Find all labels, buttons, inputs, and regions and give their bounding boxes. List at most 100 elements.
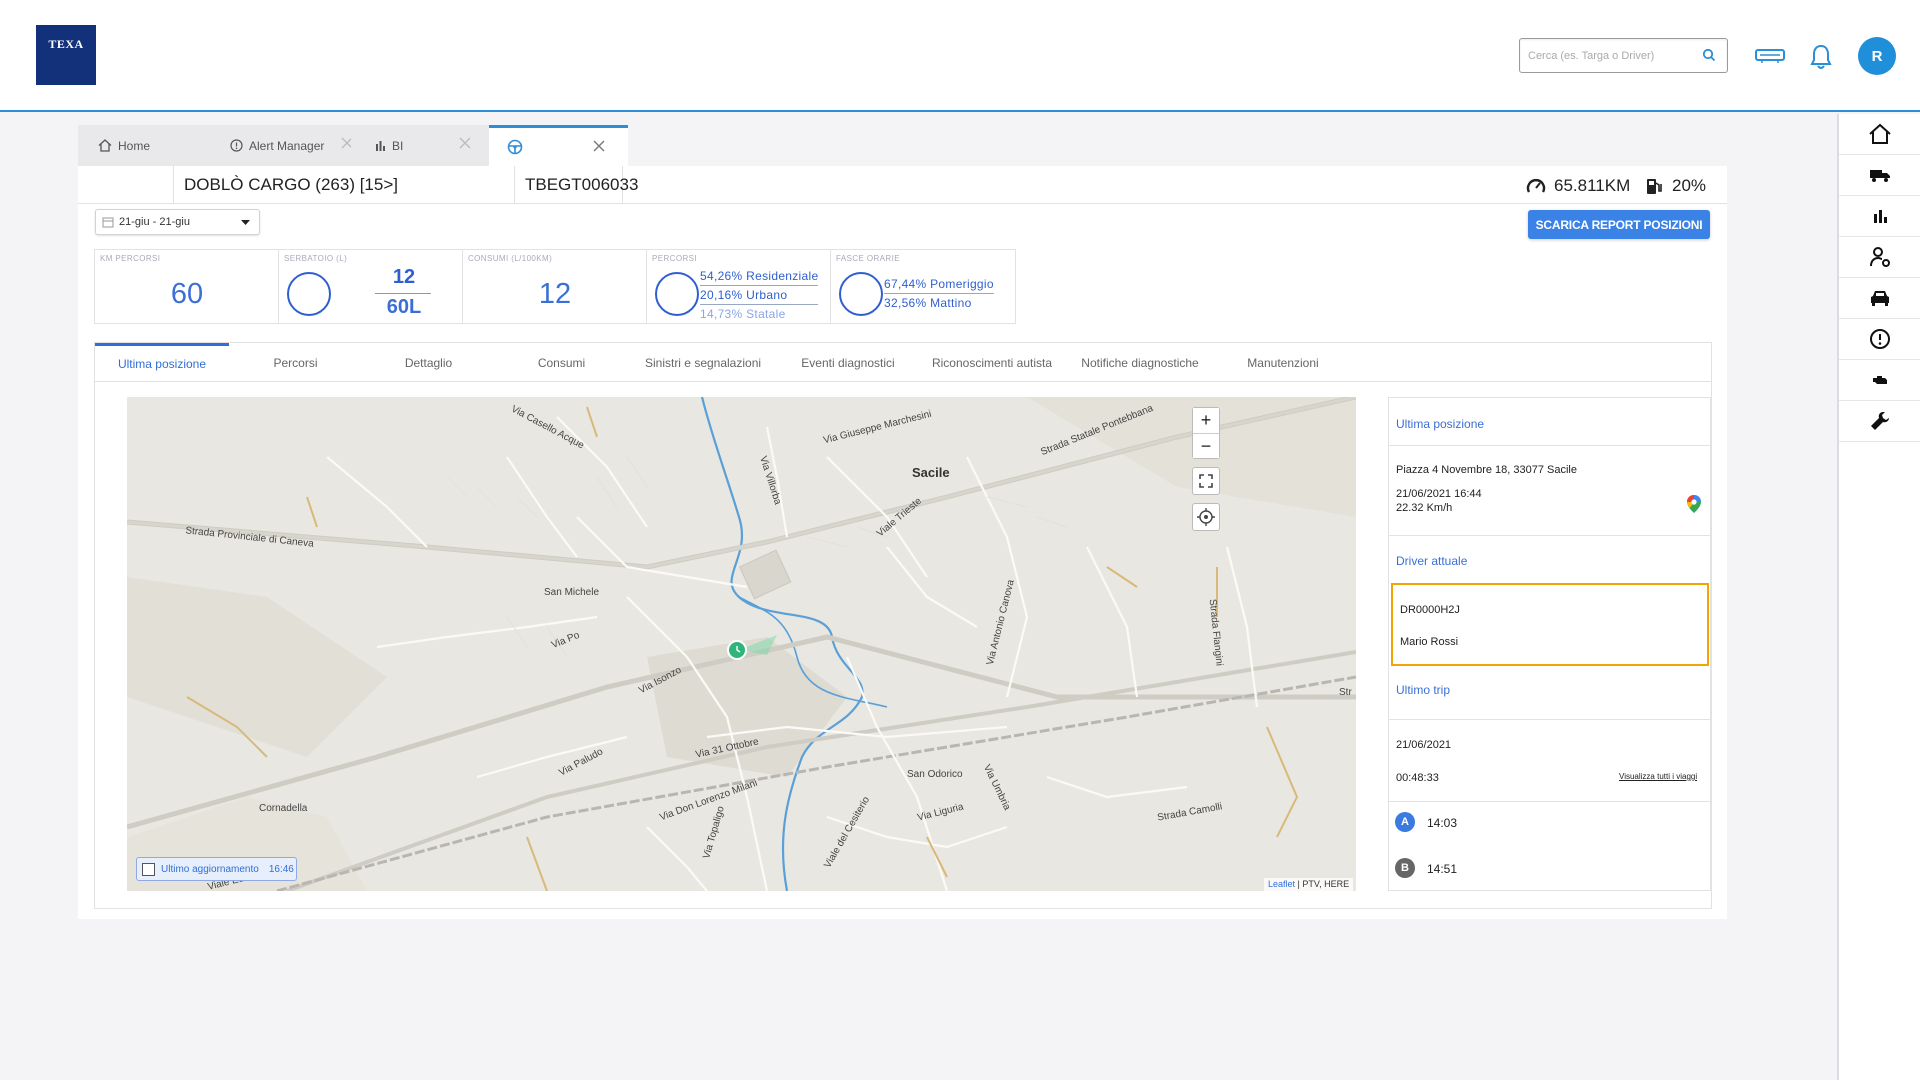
map-label: Sacile — [912, 465, 950, 480]
section-title: Ultima posizione — [1396, 417, 1485, 431]
route-row: 54,26% Residenziale — [700, 267, 819, 286]
search-icon[interactable] — [1702, 48, 1716, 62]
close-icon[interactable] — [459, 137, 471, 149]
fuel-pump-icon — [1647, 179, 1662, 194]
vehicle-bar: DOBLÒ CARGO (263) [15>] TBEGT006033 65.8… — [78, 166, 1727, 204]
subtab-driver-recognition[interactable]: Riconoscimenti autista — [918, 343, 1066, 382]
workspace-tabs: Home Alert Manager BI — [78, 125, 628, 166]
view-all-trips-link[interactable]: Visualizza tutti i viaggi — [1619, 772, 1697, 781]
auto-update-toggle[interactable]: Ultimo aggiornamento 16:46 — [136, 857, 297, 881]
subtab-diagnostic-notifications[interactable]: Notifiche diagnostiche — [1066, 343, 1214, 382]
detail-subtabs: Ultima posizione Percorsi Dettaglio Cons… — [94, 342, 1712, 382]
truck-icon — [1869, 170, 1890, 182]
routes-list: 54,26% Residenziale 20,16% Urbano 14,73%… — [700, 267, 819, 323]
steering-wheel-icon — [507, 139, 523, 155]
section-last-position: Ultima posizione — [1389, 398, 1710, 446]
zoom-out-button[interactable]: − — [1193, 433, 1219, 458]
zoom-in-button[interactable]: + — [1193, 408, 1219, 433]
bar-chart-icon — [1873, 210, 1887, 223]
bar-chart-icon — [376, 141, 385, 151]
kpi-consumption: CONSUMI (L/100KM) 12 — [463, 250, 647, 323]
route-row: 14,73% Statale — [700, 307, 786, 321]
kpi-km: KM PERCORSI 60 — [95, 250, 279, 323]
tab-vehicle-active[interactable] — [489, 125, 628, 166]
driver-id: DR0000H2J — [1400, 604, 1460, 616]
google-maps-pin-icon[interactable] — [1686, 494, 1702, 514]
kpi-title: FASCE ORARIE — [836, 254, 900, 263]
home-icon — [98, 139, 112, 152]
subtab-diagnostic-events[interactable]: Eventi diagnostici — [778, 343, 918, 382]
rail-fleet[interactable] — [1839, 155, 1920, 196]
subtab-claims[interactable]: Sinistri e segnalazioni — [628, 343, 778, 382]
kpi-tank-capacity: 60L — [386, 296, 422, 318]
subtab-last-position[interactable]: Ultima posizione — [95, 343, 229, 382]
kpi-tank: SERBATOIO (L) 12 60L — [279, 250, 463, 323]
subtab-maintenance[interactable]: Manutenzioni — [1214, 343, 1352, 382]
locate-button[interactable] — [1192, 503, 1220, 531]
odometer-icon — [1526, 179, 1546, 193]
top-header: TEXA R — [0, 0, 1920, 112]
timebands-ring — [839, 272, 883, 316]
device-icon[interactable] — [1755, 48, 1785, 64]
tab-home[interactable]: Home — [78, 125, 210, 166]
position-address: Piazza 4 Novembre 18, 33077 Sacile — [1396, 464, 1577, 476]
tab-label: BI — [392, 138, 404, 153]
auto-update-checkbox[interactable] — [142, 862, 155, 876]
attribution-text: | PTV, HERE — [1297, 879, 1350, 889]
rail-diagnostics[interactable] — [1839, 360, 1920, 401]
right-nav-rail — [1837, 114, 1920, 1080]
rail-vehicles[interactable] — [1839, 278, 1920, 319]
fullscreen-button[interactable] — [1192, 467, 1220, 495]
section-title: Ultimo trip — [1396, 683, 1451, 697]
rail-reports[interactable] — [1839, 196, 1920, 237]
driver-card[interactable]: DR0000H2J Mario Rossi — [1391, 583, 1709, 666]
tab-alert-manager[interactable]: Alert Manager — [210, 125, 353, 166]
vehicle-plate: TBEGT006033 — [515, 166, 638, 204]
kpi-strip: KM PERCORSI 60 SERBATOIO (L) 12 60L CONS… — [94, 249, 1016, 324]
map-view[interactable]: Sacile Via Casello Acque Via Giuseppe Ma… — [127, 397, 1356, 891]
tab-label: Home — [118, 138, 151, 153]
rail-alerts[interactable] — [1839, 319, 1920, 360]
timebands-list: 67,44% Pomeriggio 32,56% Mattino — [884, 275, 994, 312]
position-info-panel: Ultima posizione Piazza 4 Novembre 18, 3… — [1388, 397, 1711, 891]
kpi-title: SERBATOIO (L) — [284, 254, 348, 263]
subtab-detail[interactable]: Dettaglio — [362, 343, 495, 382]
kpi-title: CONSUMI (L/100KM) — [468, 254, 553, 263]
user-avatar[interactable]: R — [1858, 37, 1896, 75]
car-icon — [1870, 291, 1889, 306]
chevron-down-icon — [241, 220, 250, 225]
rail-home[interactable] — [1839, 114, 1920, 155]
section-title: Driver attuale — [1396, 554, 1468, 568]
date-range-value: 21-giu - 21-giu — [119, 216, 190, 228]
search-input[interactable] — [1520, 39, 1695, 72]
alert-circle-icon — [1869, 329, 1890, 349]
position-datetime: 21/06/2021 16:44 — [1396, 488, 1482, 500]
timeband-row: 32,56% Mattino — [884, 296, 972, 310]
logo-text: TEXA — [48, 37, 84, 51]
subtab-consumption[interactable]: Consumi — [495, 343, 628, 382]
close-icon[interactable] — [593, 140, 605, 152]
engine-icon — [1872, 376, 1887, 384]
calendar-icon — [102, 217, 114, 228]
rail-maintenance[interactable] — [1839, 401, 1920, 442]
routes-ring — [655, 272, 699, 316]
leaflet-link[interactable]: Leaflet — [1268, 879, 1295, 889]
fullscreen-icon — [1199, 474, 1213, 488]
trip-duration: 00:48:33 — [1396, 772, 1439, 784]
kpi-km-value: 60 — [170, 278, 204, 310]
trip-end-badge: B — [1395, 858, 1415, 878]
bell-icon[interactable] — [1810, 43, 1832, 70]
texa-logo[interactable]: TEXA — [36, 25, 96, 85]
search-box[interactable] — [1519, 38, 1728, 73]
fuel-value: 20% — [1672, 176, 1707, 195]
subtab-routes[interactable]: Percorsi — [229, 343, 362, 382]
trip-end-time: 14:51 — [1427, 862, 1458, 876]
rail-drivers[interactable] — [1839, 237, 1920, 278]
download-positions-report-button[interactable]: SCARICA REPORT POSIZIONI — [1528, 210, 1710, 239]
date-range-select[interactable]: 21-giu - 21-giu — [95, 209, 260, 235]
position-details: Piazza 4 Novembre 18, 33077 Sacile 21/06… — [1389, 446, 1710, 536]
odometer-value: 65.811KM — [1554, 176, 1631, 195]
map-label: Cornadella — [259, 803, 308, 814]
tab-bi[interactable]: BI — [351, 125, 489, 166]
wrench-icon — [1870, 412, 1889, 430]
